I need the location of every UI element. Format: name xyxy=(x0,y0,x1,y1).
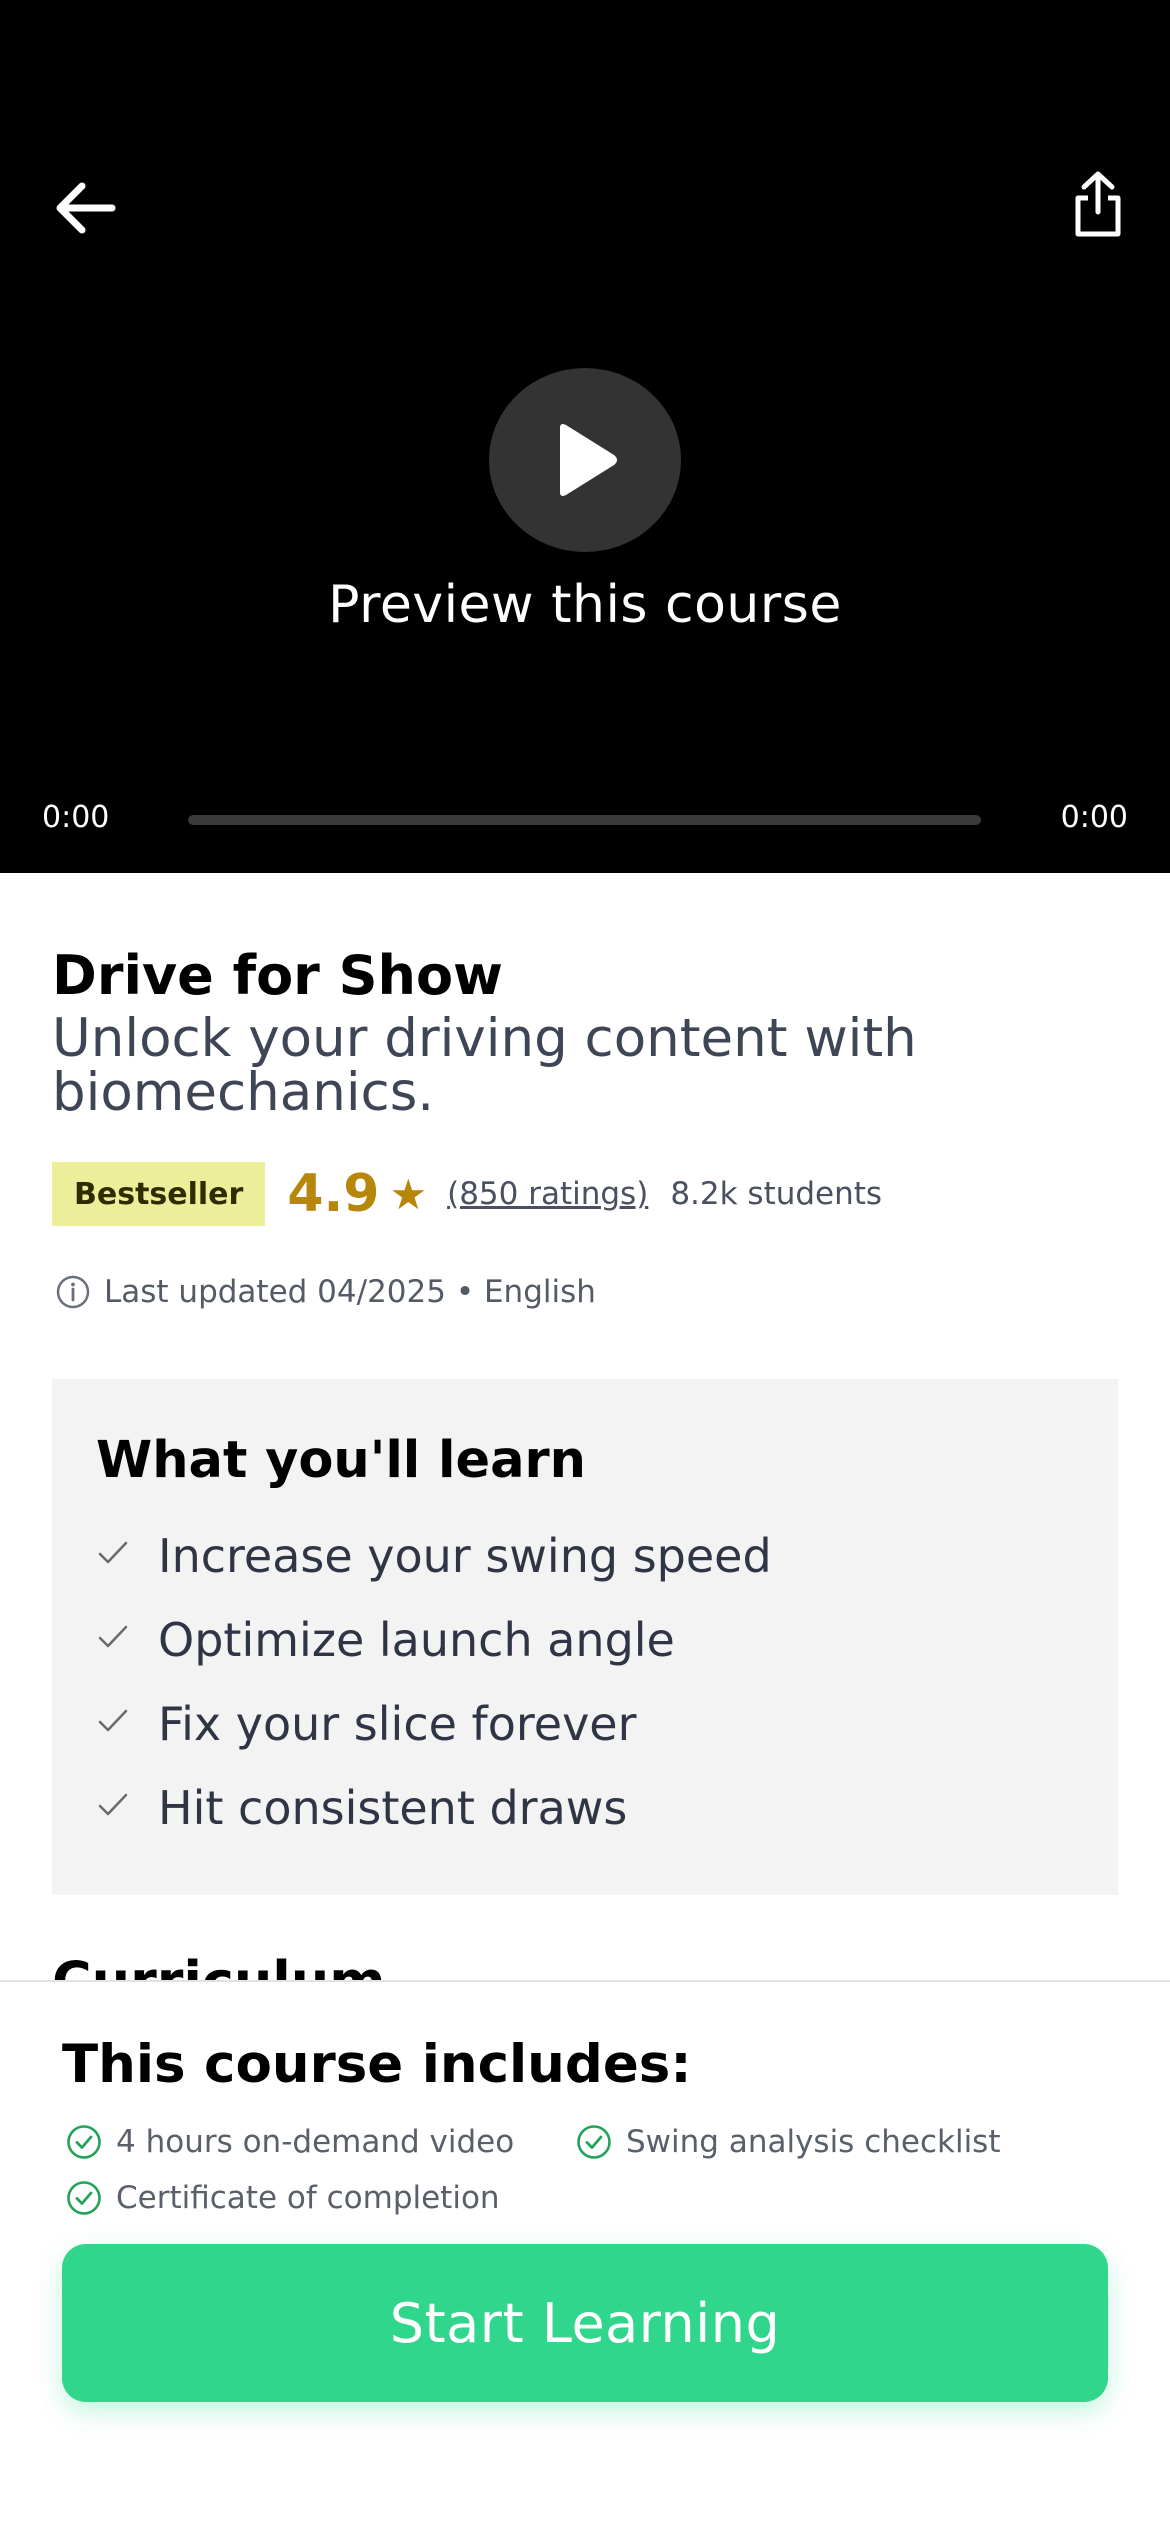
learn-item: Optimize launch angle xyxy=(96,1613,772,1697)
current-time: 0:00 xyxy=(42,800,110,835)
bestseller-badge: Bestseller xyxy=(52,1162,266,1226)
ratings-link[interactable]: (850 ratings) xyxy=(447,1176,648,1212)
feature-item: Certificate of completion xyxy=(66,2180,500,2216)
play-button[interactable] xyxy=(489,368,681,552)
progress-bar[interactable] xyxy=(188,815,981,825)
learn-section: What you'll learn Increase your swing sp… xyxy=(52,1379,1118,1895)
includes-title: This course includes: xyxy=(62,2034,692,2095)
play-icon xyxy=(560,424,617,496)
learn-list: Increase your swing speed Optimize launc… xyxy=(96,1529,772,1865)
star-icon: ★ xyxy=(389,1169,428,1219)
share-button[interactable] xyxy=(1066,166,1130,242)
video-player[interactable]: Preview this course 0:00 0:00 xyxy=(0,0,1170,873)
check-icon xyxy=(98,1541,128,1564)
learn-item-label: Increase your swing speed xyxy=(158,1529,772,1583)
feature-label: 4 hours on-demand video xyxy=(116,2124,515,2160)
preview-label: Preview this course xyxy=(328,575,842,635)
learn-item: Fix your slice forever xyxy=(96,1697,772,1781)
share-icon xyxy=(1075,171,1121,237)
check-circle-icon xyxy=(67,2125,101,2159)
enroll-sheet: This course includes: 4 hours on-demand … xyxy=(0,1980,1170,2534)
back-arrow-icon xyxy=(56,182,116,234)
learn-item: Hit consistent draws xyxy=(96,1781,772,1865)
learn-item-label: Fix your slice forever xyxy=(158,1697,637,1751)
learn-title: What you'll learn xyxy=(96,1431,586,1490)
check-icon xyxy=(98,1793,128,1816)
check-icon xyxy=(98,1625,128,1648)
info-icon xyxy=(56,1275,90,1309)
check-circle-icon xyxy=(67,2181,101,2215)
start-learning-button[interactable]: Start Learning xyxy=(62,2244,1108,2402)
feature-item: 4 hours on-demand video xyxy=(66,2124,514,2160)
back-button[interactable] xyxy=(48,176,120,240)
last-updated-text: Last updated 04/2025 • English xyxy=(104,1274,596,1310)
learn-item-label: Optimize launch angle xyxy=(158,1613,675,1667)
feature-label: Certificate of completion xyxy=(116,2180,500,2216)
check-circle-icon xyxy=(577,2125,611,2159)
feature-item: Swing analysis checklist xyxy=(576,2124,1000,2160)
feature-label: Swing analysis checklist xyxy=(626,2124,1001,2160)
check-icon xyxy=(98,1709,128,1732)
students-count: 8.2k students xyxy=(670,1176,883,1212)
learn-item-label: Hit consistent draws xyxy=(158,1781,628,1835)
course-title: Drive for Show xyxy=(52,944,503,1007)
learn-item: Increase your swing speed xyxy=(96,1529,772,1613)
rating-value: 4.9 xyxy=(287,1164,380,1224)
course-subtitle: Unlock your driving content with biomech… xyxy=(52,1008,917,1123)
course-meta: Bestseller 4.9 ★ (850 ratings) 8.2k stud… xyxy=(52,1162,882,1226)
total-time: 0:00 xyxy=(1060,800,1128,835)
last-updated: Last updated 04/2025 • English xyxy=(56,1274,596,1310)
